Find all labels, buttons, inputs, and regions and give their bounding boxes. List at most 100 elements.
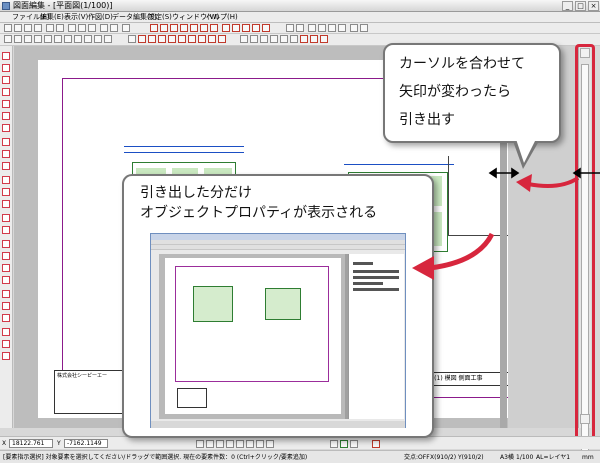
- zoom-icon[interactable]: [318, 24, 326, 32]
- fill-icon[interactable]: [2, 188, 10, 196]
- redraw-icon[interactable]: [64, 35, 72, 43]
- undo-icon[interactable]: [286, 24, 294, 32]
- close-button[interactable]: ×: [588, 1, 599, 11]
- property-icon[interactable]: [104, 35, 112, 43]
- circle-icon[interactable]: [2, 88, 10, 96]
- zoom-out-icon[interactable]: [24, 35, 32, 43]
- snap-endpoint-icon[interactable]: [196, 440, 204, 448]
- new-icon[interactable]: [4, 24, 12, 32]
- x-coordinate-field[interactable]: 18122.761: [9, 439, 53, 448]
- y-coordinate-field[interactable]: -7162.1149: [64, 439, 108, 448]
- snap-center-icon[interactable]: [226, 440, 234, 448]
- line-draw-icon[interactable]: [2, 52, 10, 60]
- menu-view[interactable]: 表示(V): [64, 13, 88, 22]
- layer-toggle-icon[interactable]: [330, 440, 338, 448]
- rotate-icon[interactable]: [148, 35, 156, 43]
- symbol-tool-icon[interactable]: [242, 24, 250, 32]
- door-icon[interactable]: [2, 252, 10, 260]
- roof-tool-icon[interactable]: [210, 24, 218, 32]
- break-icon[interactable]: [300, 35, 308, 43]
- render-icon[interactable]: [360, 24, 368, 32]
- hatch-icon[interactable]: [2, 176, 10, 184]
- align-icon[interactable]: [280, 35, 288, 43]
- pointer-icon[interactable]: [128, 35, 136, 43]
- table-icon[interactable]: [2, 214, 10, 222]
- snap-intersect-icon[interactable]: [216, 440, 224, 448]
- pan-icon[interactable]: [338, 24, 346, 32]
- grid-toggle-icon[interactable]: [350, 440, 358, 448]
- column-tool-icon[interactable]: [160, 24, 168, 32]
- green-toggle-icon[interactable]: [340, 440, 348, 448]
- symbol-icon[interactable]: [2, 226, 10, 234]
- array-icon[interactable]: [250, 35, 258, 43]
- move-icon[interactable]: [138, 35, 146, 43]
- move-vertical-icon[interactable]: [2, 290, 10, 298]
- wall-tool-icon[interactable]: [150, 24, 158, 32]
- menu-edit[interactable]: 編集(E): [40, 13, 64, 22]
- layer-icon[interactable]: [100, 24, 108, 32]
- snap-midpoint-icon[interactable]: [206, 440, 214, 448]
- window-tool-icon[interactable]: [180, 24, 188, 32]
- zoom-fit-icon[interactable]: [328, 24, 336, 32]
- dimension-icon[interactable]: [2, 150, 10, 158]
- pen-icon[interactable]: [372, 440, 380, 448]
- polyline-icon[interactable]: [2, 64, 10, 72]
- cut-icon[interactable]: [68, 24, 76, 32]
- minimize-button[interactable]: _: [562, 1, 573, 11]
- line-tool-icon[interactable]: [262, 24, 270, 32]
- mirror-icon[interactable]: [158, 35, 166, 43]
- ungroup-icon[interactable]: [270, 35, 278, 43]
- ortho-icon[interactable]: [94, 35, 102, 43]
- offset-icon[interactable]: [198, 35, 206, 43]
- stair-icon[interactable]: [2, 276, 10, 284]
- redo-icon[interactable]: [296, 24, 304, 32]
- join-icon[interactable]: [310, 35, 318, 43]
- menu-help[interactable]: ヘルプ(H): [206, 13, 238, 22]
- extend-icon[interactable]: [188, 35, 196, 43]
- distribute-icon[interactable]: [290, 35, 298, 43]
- copy-vertical-icon[interactable]: [2, 302, 10, 310]
- refresh-icon[interactable]: [308, 24, 316, 32]
- offset-vertical-icon[interactable]: [2, 352, 10, 360]
- window-icon[interactable]: [2, 264, 10, 272]
- zoom-all-icon[interactable]: [44, 35, 52, 43]
- fillet-icon[interactable]: [208, 35, 216, 43]
- save-as-icon[interactable]: [34, 24, 42, 32]
- stair-tool-icon[interactable]: [190, 24, 198, 32]
- save-icon[interactable]: [24, 24, 32, 32]
- wall-icon[interactable]: [2, 240, 10, 248]
- snap-perp-icon[interactable]: [236, 440, 244, 448]
- snap-tangent-icon[interactable]: [266, 440, 274, 448]
- zoom-prev-icon[interactable]: [54, 35, 62, 43]
- menu-draw[interactable]: 作図(D): [88, 13, 113, 22]
- snap-icon[interactable]: [84, 35, 92, 43]
- maximize-button[interactable]: □: [575, 1, 586, 11]
- preview-icon[interactable]: [56, 24, 64, 32]
- scale-icon[interactable]: [168, 35, 176, 43]
- trim-icon[interactable]: [178, 35, 186, 43]
- room-tool-icon[interactable]: [200, 24, 208, 32]
- spline-icon[interactable]: [2, 124, 10, 132]
- zoom-in-icon[interactable]: [14, 35, 22, 43]
- zoom-window-icon[interactable]: [34, 35, 42, 43]
- text-icon[interactable]: [2, 138, 10, 146]
- select-icon[interactable]: [4, 35, 12, 43]
- grid-icon[interactable]: [110, 24, 118, 32]
- copy-object-icon[interactable]: [240, 35, 248, 43]
- image-icon[interactable]: [2, 200, 10, 208]
- settings-icon[interactable]: [122, 24, 130, 32]
- snap-grid-icon[interactable]: [246, 440, 254, 448]
- leader-icon[interactable]: [2, 162, 10, 170]
- snap-near-icon[interactable]: [256, 440, 264, 448]
- arc-icon[interactable]: [2, 100, 10, 108]
- group-icon[interactable]: [260, 35, 268, 43]
- rectangle-icon[interactable]: [2, 76, 10, 84]
- open-icon[interactable]: [14, 24, 22, 32]
- ellipse-icon[interactable]: [2, 112, 10, 120]
- copy-icon[interactable]: [78, 24, 86, 32]
- print-icon[interactable]: [46, 24, 54, 32]
- menu-settings[interactable]: 設定(S): [148, 13, 172, 22]
- trim-vertical-icon[interactable]: [2, 328, 10, 336]
- explode-icon[interactable]: [320, 35, 328, 43]
- paste-icon[interactable]: [88, 24, 96, 32]
